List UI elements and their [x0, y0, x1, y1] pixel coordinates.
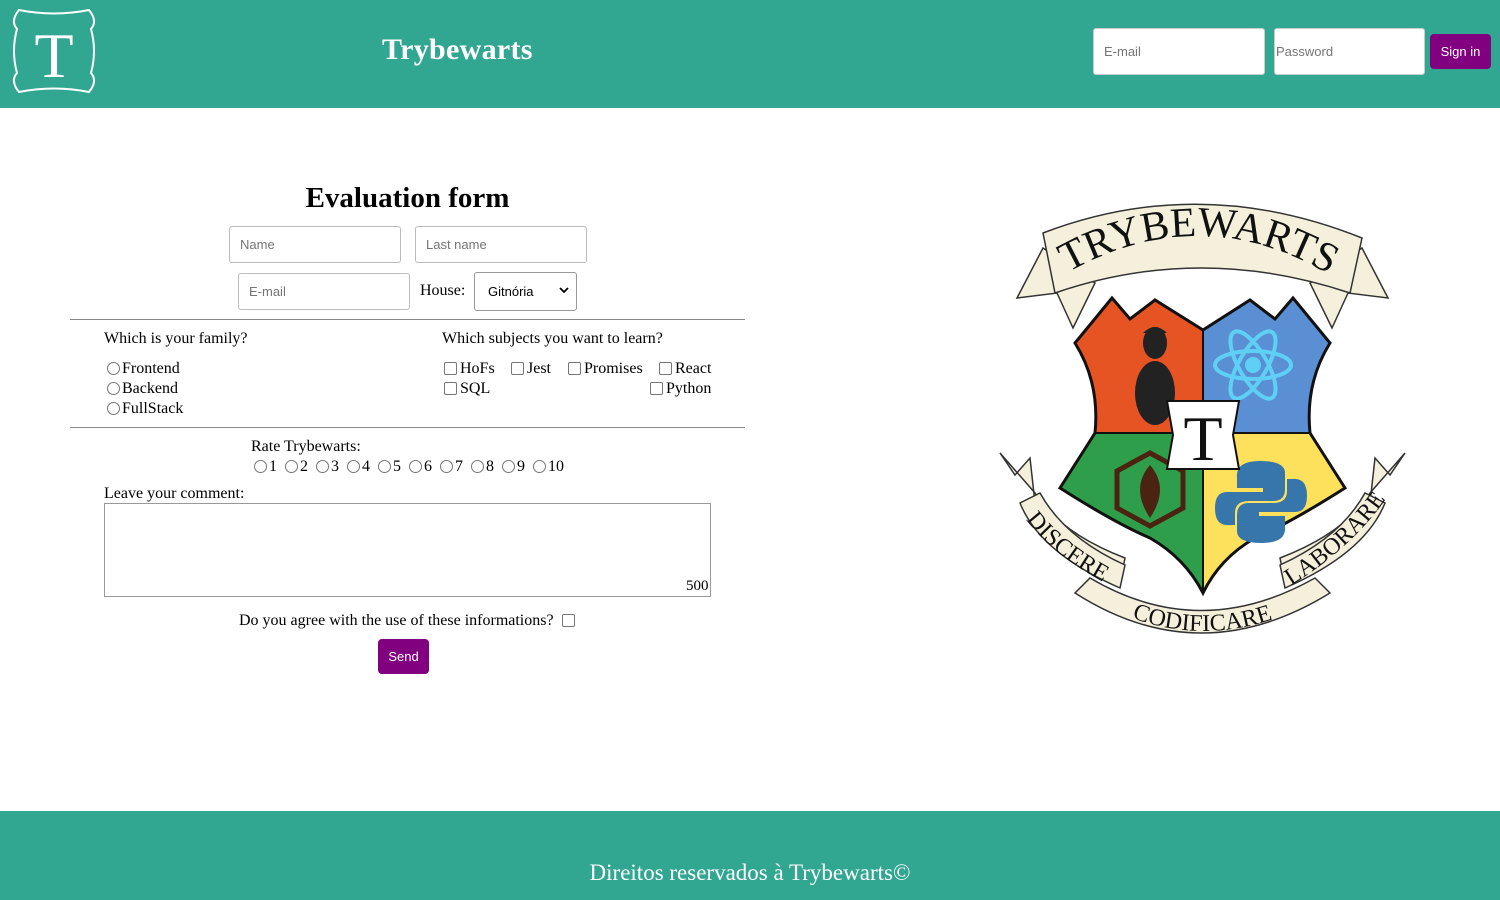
agreement-label: Do you agree with the use of these infor… — [239, 612, 554, 629]
checkbox-icon[interactable] — [568, 361, 581, 375]
footer — [0, 811, 1500, 900]
checkbox-icon[interactable] — [444, 361, 457, 375]
char-counter: 500 — [686, 578, 709, 594]
radio-icon[interactable] — [285, 459, 298, 473]
radio-icon[interactable] — [347, 459, 360, 473]
divider — [70, 427, 745, 428]
subject-option-hofs[interactable]: HoFs — [444, 360, 495, 378]
radio-icon[interactable] — [107, 401, 120, 415]
sign-in-button[interactable]: Sign in — [1430, 34, 1491, 69]
radio-icon[interactable] — [471, 459, 484, 473]
name-input[interactable] — [229, 226, 401, 263]
radio-icon[interactable] — [378, 459, 391, 473]
agreement-option[interactable]: Do you agree with the use of these infor… — [239, 612, 578, 630]
rate-option-1[interactable]: 1 — [254, 458, 277, 476]
logo: T — [13, 8, 95, 94]
form-title: Evaluation form — [305, 182, 510, 214]
subjects-question: Which subjects you want to learn? — [442, 330, 663, 347]
rate-option-8[interactable]: 8 — [471, 458, 494, 476]
login-email-input[interactable] — [1093, 28, 1265, 75]
family-option-backend[interactable]: Backend — [107, 380, 178, 398]
rate-label: Rate Trybewarts: — [251, 438, 361, 455]
comment-textarea[interactable] — [104, 503, 711, 597]
checkbox-icon[interactable] — [511, 361, 524, 375]
footer-text: Direitos reservados à Trybewarts© — [589, 860, 911, 885]
checkbox-icon[interactable] — [561, 613, 575, 627]
send-button[interactable]: Send — [378, 639, 429, 674]
email-input[interactable] — [238, 273, 410, 310]
chevron-down-icon — [559, 287, 569, 294]
center-plate: T — [1165, 400, 1241, 474]
checkbox-icon[interactable] — [650, 381, 663, 395]
rate-option-6[interactable]: 6 — [409, 458, 432, 476]
top-ribbon: TRYBEWARTS — [1015, 203, 1390, 330]
logo-letter: T — [34, 20, 73, 91]
rate-option-3[interactable]: 3 — [316, 458, 339, 476]
trybewarts-crest: TRYBEWARTS T DISCERE CODIFICARE LABORARE — [999, 203, 1406, 637]
subject-option-python[interactable]: Python — [650, 380, 711, 398]
center-letter: T — [1183, 403, 1222, 474]
rate-option-4[interactable]: 4 — [347, 458, 370, 476]
rate-option-10[interactable]: 10 — [533, 458, 564, 476]
house-select-value: Gitnória — [488, 284, 534, 299]
subject-option-jest[interactable]: Jest — [511, 360, 551, 378]
rate-option-7[interactable]: 7 — [440, 458, 463, 476]
radio-icon[interactable] — [440, 459, 453, 473]
rate-option-2[interactable]: 2 — [285, 458, 308, 476]
radio-icon[interactable] — [107, 361, 120, 375]
subject-option-promises[interactable]: Promises — [568, 360, 643, 378]
checkbox-icon[interactable] — [659, 361, 672, 375]
divider — [70, 319, 745, 320]
site-title: Trybewarts — [382, 33, 533, 66]
family-option-frontend[interactable]: Frontend — [107, 360, 180, 378]
family-option-fullstack[interactable]: FullStack — [107, 400, 183, 418]
radio-icon[interactable] — [316, 459, 329, 473]
checkbox-icon[interactable] — [444, 381, 457, 395]
subject-option-react[interactable]: React — [659, 360, 711, 378]
house-select[interactable]: Gitnória — [474, 272, 577, 311]
family-question: Which is your family? — [104, 330, 248, 347]
login-password-input[interactable] — [1274, 28, 1425, 75]
radio-icon[interactable] — [254, 459, 267, 473]
subject-option-sql[interactable]: SQL — [444, 380, 490, 398]
comment-label: Leave your comment: — [104, 485, 245, 502]
rate-option-5[interactable]: 5 — [378, 458, 401, 476]
motto-bottom-text: CODIFICARE — [1130, 599, 1275, 637]
radio-icon[interactable] — [409, 459, 422, 473]
radio-icon[interactable] — [533, 459, 546, 473]
house-label: House: — [420, 282, 466, 299]
lastname-input[interactable] — [415, 226, 587, 263]
rate-option-9[interactable]: 9 — [502, 458, 525, 476]
radio-icon[interactable] — [107, 381, 120, 395]
radio-icon[interactable] — [502, 459, 515, 473]
